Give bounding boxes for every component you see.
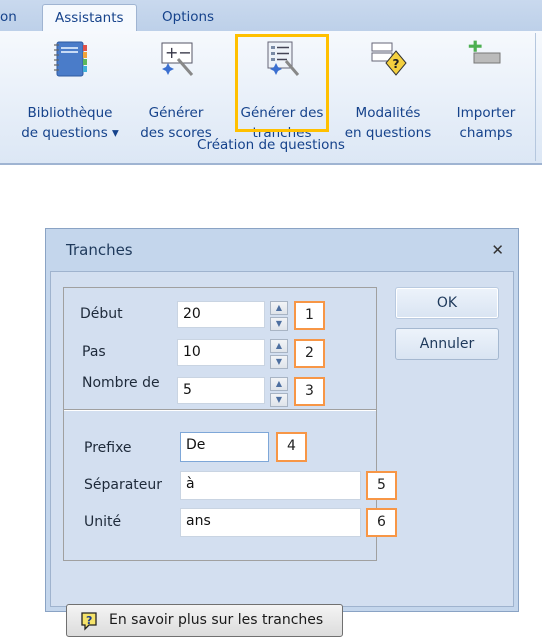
generate-scores-label-1: Générer — [148, 105, 204, 121]
separator-label: Séparateur — [84, 477, 163, 493]
ribbon-separator — [535, 33, 536, 161]
question-library-label-1: Bibliothèque — [27, 105, 113, 121]
help-button-label: En savoir plus sur les tranches — [109, 612, 324, 628]
unit-input[interactable]: ans — [180, 508, 361, 537]
count-label: Nombre de — [82, 375, 160, 391]
modalities-button[interactable]: ? Modalités en questions — [340, 39, 436, 143]
question-library-button[interactable]: Bibliothèque de questions ▾ — [18, 39, 122, 143]
ribbon-group-label: Création de questions — [197, 137, 345, 153]
tab-options[interactable]: Options — [150, 4, 226, 31]
ribbon-tab-bar: on Assistants Options — [0, 0, 542, 33]
spin-up-icon[interactable]: ▲ — [270, 377, 288, 391]
generate-scores-icon: +− — [161, 42, 194, 76]
badge-1: 1 — [294, 301, 325, 330]
count-spinner[interactable]: ▲ ▼ — [270, 377, 288, 407]
separator-input[interactable]: à — [180, 471, 361, 500]
generate-scores-button[interactable]: +− Générer des scores — [136, 39, 216, 143]
import-fields-icon — [468, 40, 501, 64]
spin-down-icon[interactable]: ▼ — [270, 393, 288, 407]
badge-4: 4 — [276, 432, 307, 462]
svg-text:?: ? — [86, 614, 92, 627]
help-icon: ? — [81, 612, 97, 631]
spin-up-icon[interactable]: ▲ — [270, 339, 288, 353]
badge-6: 6 — [366, 508, 397, 537]
spin-up-icon[interactable]: ▲ — [270, 301, 288, 315]
step-spinner[interactable]: ▲ ▼ — [270, 339, 288, 369]
help-button[interactable]: ? En savoir plus sur les tranches — [66, 604, 343, 637]
dialog-client: Début 20 ▲ ▼ 1 Pas 10 ▲ ▼ 2 Nombre de 5 ▲ ▼… — [50, 271, 514, 637]
start-spinner[interactable]: ▲ ▼ — [270, 301, 288, 331]
badge-2: 2 — [294, 339, 325, 368]
prefix-input[interactable]: De — [180, 432, 269, 462]
frame-divider — [64, 409, 376, 411]
ok-button[interactable]: OK — [395, 287, 499, 319]
tab-assistants[interactable]: Assistants — [42, 4, 137, 33]
cancel-button[interactable]: Annuler — [395, 328, 499, 360]
start-label: Début — [80, 306, 123, 322]
count-input[interactable]: 5 — [177, 377, 265, 404]
ranges-dialog: Tranches ✕ Début 20 ▲ ▼ 1 Pas 10 ▲ ▼ 2 Nom… — [45, 228, 519, 637]
spin-down-icon[interactable]: ▼ — [270, 355, 288, 369]
badge-3: 3 — [294, 377, 325, 406]
tab-partial[interactable]: on — [0, 4, 29, 31]
import-fields-button[interactable]: Importer champs — [448, 39, 524, 143]
badge-5: 5 — [366, 471, 397, 500]
import-fields-label-1: Importer — [456, 105, 516, 121]
question-library-icon — [54, 41, 87, 77]
modalities-icon: ? — [371, 42, 407, 76]
modalities-label-1: Modalités — [355, 105, 421, 121]
prefix-label: Prefixe — [84, 440, 132, 456]
start-input[interactable]: 20 — [177, 301, 265, 328]
step-input[interactable]: 10 — [177, 339, 265, 366]
svg-text:?: ? — [393, 57, 400, 71]
unit-label: Unité — [84, 514, 122, 530]
close-icon[interactable]: ✕ — [491, 241, 504, 259]
step-label: Pas — [82, 344, 106, 360]
dialog-title: Tranches — [66, 241, 133, 259]
spin-down-icon[interactable]: ▼ — [270, 317, 288, 331]
highlight-box — [235, 34, 329, 132]
